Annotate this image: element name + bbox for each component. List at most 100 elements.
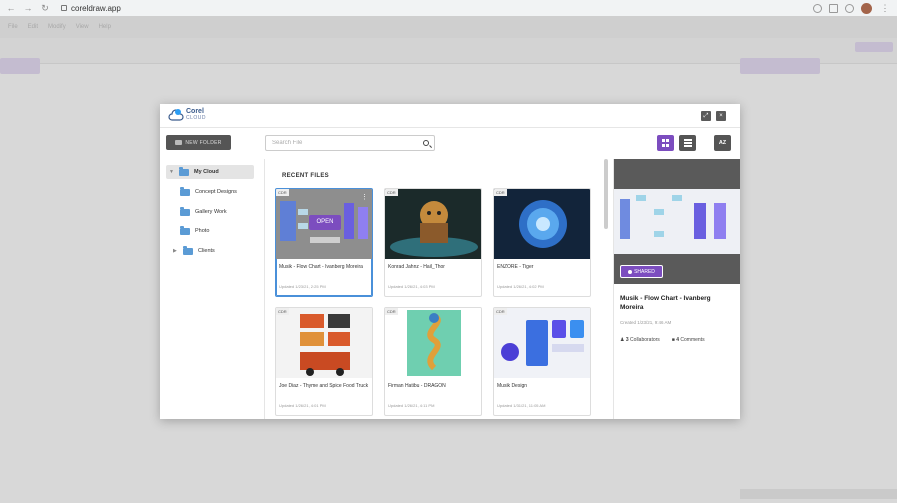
star-icon[interactable]: [829, 3, 838, 13]
puzzle-icon[interactable]: [845, 3, 854, 13]
search-input[interactable]: [272, 140, 417, 146]
musik-design-thumbnail-image: [501, 320, 584, 366]
collaborators-count: 3: [625, 337, 629, 343]
dragon-thumbnail-image: [407, 310, 461, 376]
file-thumbnail: [494, 189, 590, 259]
file-card[interactable]: CDR Joe Diaz - Thyme and Spice Food Truc…: [275, 307, 373, 416]
sidebar-item-concept-designs[interactable]: Concept Designs: [180, 185, 237, 199]
sidebar-item-label: My Cloud: [194, 169, 219, 175]
file-updated-date: Updated 1/23/21, 2:25 PM: [279, 284, 326, 289]
sidebar-item-gallery-work[interactable]: Gallery Work: [180, 205, 227, 219]
comments-count: 4: [676, 337, 679, 343]
file-name: Konrad Jahnz - Hail_Thor: [388, 264, 445, 270]
folder-icon: [180, 187, 190, 196]
file-thumbnail: [385, 308, 481, 378]
file-type-badge: CDR: [385, 189, 398, 196]
folder-icon: [180, 207, 190, 216]
back-icon[interactable]: ←: [5, 2, 17, 14]
file-updated-date: Updated 1/26/21, 4:02 PM: [497, 284, 544, 289]
sidebar-item-label: Concept Designs: [195, 189, 237, 195]
new-folder-icon: [175, 140, 183, 145]
browser-menu-icon[interactable]: ⋮: [879, 2, 891, 14]
user-icon: [628, 269, 633, 274]
sidebar-item-label: Clients: [198, 248, 215, 254]
file-detail-panel: SHARED Musik - Flow Chart - Ivanberg Mor…: [613, 159, 740, 419]
app-menubar: File Edit Modify View Help: [0, 16, 897, 38]
lock-icon: [61, 5, 67, 11]
expand-caret-icon[interactable]: ▼: [169, 169, 174, 175]
file-type-badge: CDR: [385, 308, 398, 315]
folder-icon: [183, 246, 193, 255]
open-button[interactable]: OPEN: [309, 215, 341, 230]
corel-cloud-modal: Corel CLOUD ⤢ × NEW FOLDER AZ ▼ My Cloud…: [160, 104, 740, 419]
file-updated-date: Updated 1/26/21, 4:11 PM: [388, 403, 435, 408]
file-card[interactable]: CDR Firman Hatibu - DRAGON Updated 1/26/…: [384, 307, 482, 416]
comments-link[interactable]: ■ 4 Comments: [672, 337, 705, 343]
food-truck-thumbnail-image: [300, 314, 350, 376]
sidebar-item-label: Gallery Work: [195, 209, 227, 215]
expand-caret-icon[interactable]: ▶: [173, 248, 178, 254]
file-updated-date: Updated 1/26/21, 4:03 PM: [388, 284, 435, 289]
sidebar-item-clients[interactable]: ▶ Clients: [173, 244, 215, 258]
sidebar-item-photo[interactable]: Photo: [180, 224, 209, 238]
menu-file[interactable]: File: [8, 24, 18, 30]
menu-modify[interactable]: Modify: [48, 24, 66, 30]
url-text: coreldraw.app: [71, 3, 121, 13]
forward-icon[interactable]: →: [22, 2, 34, 14]
file-thumbnail: [494, 308, 590, 378]
list-view-button[interactable]: [679, 135, 696, 151]
file-updated-date: Updated 1/31/21, 11:05 AM: [497, 403, 546, 408]
file-card[interactable]: CDR Konrad Jahnz - Hail_Thor Updated 1/2…: [384, 188, 482, 297]
file-name: Firman Hatibu - DRAGON: [388, 383, 446, 389]
grid-icon: [661, 139, 670, 147]
collaborators-label: Collaborators: [630, 337, 660, 343]
folder-icon: [180, 226, 190, 235]
list-icon: [683, 139, 692, 147]
file-name: ENZORE - Tiger: [497, 264, 534, 270]
hail-thor-thumbnail-image: [390, 201, 478, 257]
browser-toolbar: ← → ↻ coreldraw.app ⋮: [0, 0, 897, 16]
file-type-badge: CDR: [276, 189, 289, 196]
extension-icon[interactable]: [813, 3, 822, 13]
close-icon[interactable]: ×: [716, 111, 726, 121]
file-thumbnail: [276, 308, 372, 378]
new-folder-label: NEW FOLDER: [185, 139, 222, 146]
recent-files-heading: RECENT FILES: [282, 173, 329, 179]
file-card[interactable]: CDR ENZORE - Tiger Updated 1/26/21, 4:02…: [493, 188, 591, 297]
expand-icon[interactable]: ⤢: [701, 111, 711, 121]
sort-button[interactable]: AZ: [714, 135, 731, 151]
app-top-right-button: [855, 42, 893, 52]
address-bar[interactable]: coreldraw.app: [61, 4, 121, 13]
file-thumbnail: [385, 189, 481, 259]
cloud-logo-icon: [168, 109, 184, 121]
shared-badge: SHARED: [620, 265, 663, 278]
logo-brand: Corel: [186, 108, 204, 115]
file-name: Joe Diaz - Thyme and Spice Food Truck: [279, 383, 369, 389]
file-type-badge: CDR: [494, 189, 507, 196]
file-type-badge: CDR: [494, 308, 507, 315]
menu-help[interactable]: Help: [99, 24, 111, 30]
detail-meta: ♟ 3 Collaborators ■ 4 Comments: [620, 337, 705, 343]
shared-label: SHARED: [634, 268, 655, 275]
scrollbar[interactable]: [604, 159, 608, 229]
folder-icon: [179, 167, 189, 176]
modal-header: Corel CLOUD ⤢ ×: [160, 104, 740, 128]
file-card[interactable]: CDR Musik Design Updated 1/31/21, 11:05 …: [493, 307, 591, 416]
profile-avatar[interactable]: [861, 2, 872, 14]
sort-az-icon: AZ: [718, 140, 727, 146]
grid-view-button[interactable]: [657, 135, 674, 151]
search-icon[interactable]: [423, 140, 429, 146]
file-card[interactable]: CDR ⋮ OPEN Musik - Flow Chart - Ivanberg…: [275, 188, 373, 297]
more-options-icon[interactable]: ⋮: [361, 193, 368, 201]
menu-view[interactable]: View: [76, 24, 89, 30]
collaborators-link[interactable]: ♟ 3 Collaborators: [620, 337, 660, 343]
reload-icon[interactable]: ↻: [39, 2, 51, 14]
file-updated-date: Updated 1/26/21, 4:01 PM: [279, 403, 326, 408]
app-right-button: [740, 58, 820, 74]
app-left-button: [0, 58, 40, 74]
new-folder-button[interactable]: NEW FOLDER: [166, 135, 231, 150]
collaborators-icon: ♟: [620, 337, 625, 343]
menu-edit[interactable]: Edit: [28, 24, 38, 30]
sidebar-item-my-cloud[interactable]: ▼ My Cloud: [166, 165, 254, 179]
sidebar-item-label: Photo: [195, 228, 210, 234]
